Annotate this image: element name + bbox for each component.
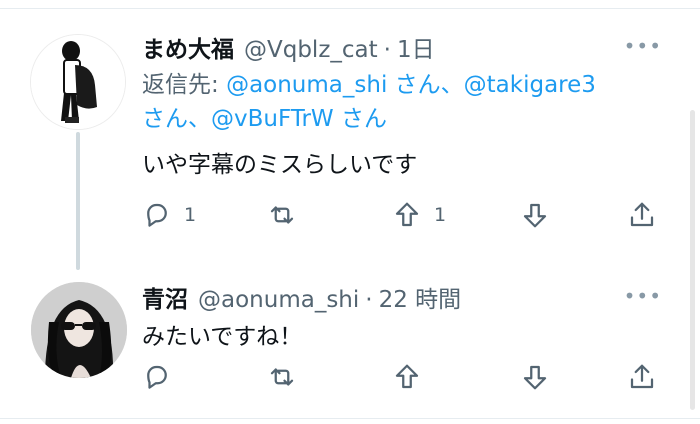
upvote-button[interactable] (392, 362, 422, 392)
downvote-button[interactable] (520, 362, 550, 392)
tweet-header: まめ大福 @Vqblz_cat · 1日 (142, 30, 662, 64)
mention-link[interactable]: @vBuFTrW (211, 106, 334, 132)
reply-button[interactable] (142, 362, 172, 392)
meta-dot: · (383, 37, 391, 63)
retweet-icon (270, 368, 294, 386)
downvote-icon (523, 203, 547, 228)
more-icon[interactable]: ••• (624, 34, 662, 58)
share-button[interactable] (627, 362, 657, 392)
thread-connector (76, 132, 80, 270)
mention-suffix: さん、 (394, 72, 464, 98)
more-icon[interactable]: ••• (624, 284, 662, 308)
tweet-aonuma[interactable]: 青沼 @aonuma_shi · 22 時間 ••• みたいですね！ (142, 280, 662, 354)
author-name[interactable]: 青沼 (142, 280, 188, 314)
share-icon (630, 364, 654, 389)
reply-to: 返信先: @aonuma_shi さん、@takigare3 さん、@vBuFT… (142, 68, 642, 136)
reply-count: 1 (184, 204, 197, 226)
tweet-mame-daifuku[interactable]: まめ大福 @Vqblz_cat · 1日 ••• 返信先: @aonuma_sh… (142, 30, 662, 182)
avatar-aonuma[interactable] (31, 282, 127, 378)
retweet-button[interactable] (267, 362, 297, 392)
mention-link[interactable]: @takigare3 (464, 72, 596, 98)
upvote-count: 1 (434, 204, 447, 226)
meta-dot: · (365, 287, 373, 313)
upvote-icon (395, 202, 419, 227)
avatar-mame-daifuku[interactable] (30, 34, 126, 130)
author-handle[interactable]: @aonuma_shi (198, 287, 359, 313)
reply-button[interactable]: 1 (142, 200, 196, 230)
top-divider (0, 8, 700, 9)
share-icon (630, 202, 654, 227)
reply-icon (147, 365, 167, 389)
upvote-icon (395, 364, 419, 389)
tweet-text: みたいですね！ (142, 324, 303, 350)
retweet-icon (270, 206, 294, 224)
reply-prefix: 返信先: (142, 72, 219, 98)
timestamp[interactable]: 1日 (397, 30, 435, 64)
mention-link[interactable]: @aonuma_shi (226, 72, 387, 98)
tweet-text: いや字幕のミスらしいです (142, 152, 418, 178)
upvote-button[interactable]: 1 (392, 200, 446, 230)
retweet-button[interactable] (267, 200, 297, 230)
mention-suffix: さん、 (142, 106, 211, 132)
tweet-actions: 1 1 (142, 200, 662, 230)
author-handle[interactable]: @Vqblz_cat (244, 37, 378, 63)
tweet-actions (142, 362, 662, 392)
timestamp[interactable]: 22 時間 (379, 280, 462, 314)
bottom-divider (0, 418, 700, 419)
share-button[interactable] (627, 200, 657, 230)
downvote-button[interactable] (520, 200, 550, 230)
scrollbar[interactable] (690, 110, 695, 410)
reply-icon (147, 203, 167, 227)
author-name[interactable]: まめ大福 (142, 30, 234, 64)
mention-suffix: さん (340, 106, 387, 132)
downvote-icon (523, 365, 547, 390)
tweet-header: 青沼 @aonuma_shi · 22 時間 (142, 280, 662, 314)
